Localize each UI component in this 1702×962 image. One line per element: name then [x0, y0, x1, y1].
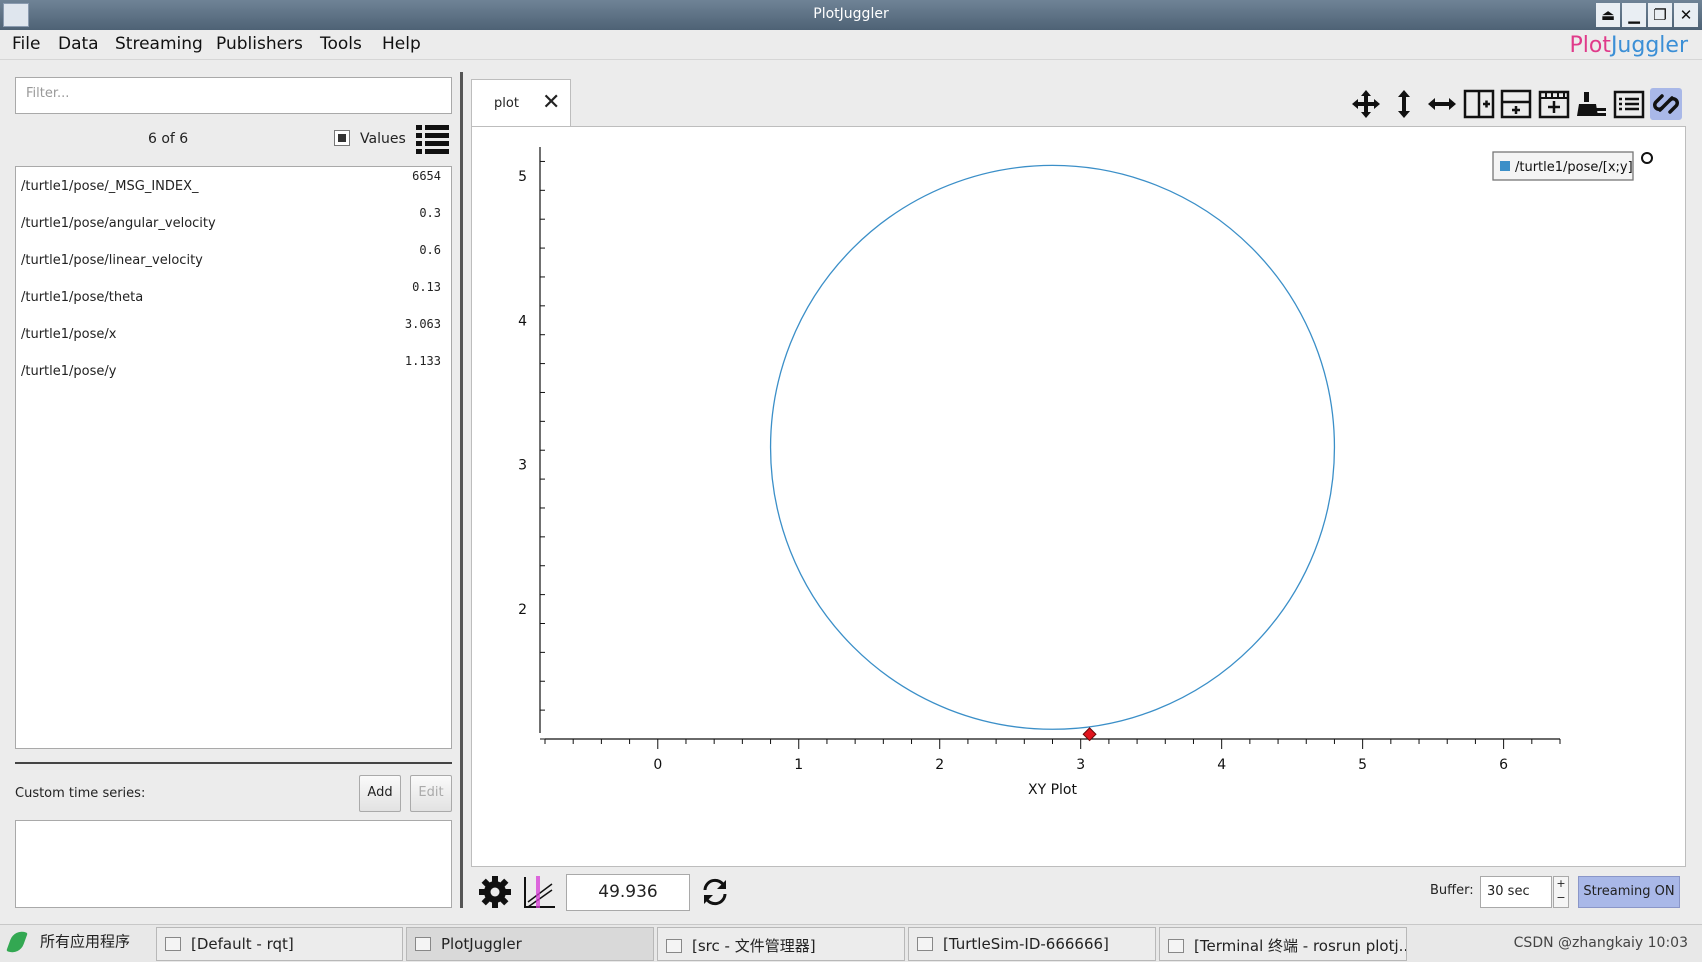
- link-toggle[interactable]: [1650, 88, 1682, 120]
- menu-data[interactable]: Data: [58, 34, 99, 54]
- time-tracker-field[interactable]: 49.936: [566, 874, 690, 911]
- zoom-vertical-icon[interactable]: [1388, 88, 1420, 120]
- filter-input[interactable]: Filter...: [15, 77, 452, 114]
- list-item[interactable]: /turtle1/pose/_MSG_INDEX_ 6654: [16, 167, 451, 204]
- streaming-toggle-button[interactable]: Streaming ON: [1578, 876, 1680, 908]
- window-title: PlotJuggler: [813, 6, 889, 22]
- system-tray: CSDN @zhangkaiy 10:03: [1513, 935, 1688, 951]
- task-terminal[interactable]: [Terminal 终端 - rosrun plotj...: [1159, 927, 1407, 961]
- legend-swatch: [1500, 161, 1510, 171]
- task-file-manager[interactable]: [src - 文件管理器]: [657, 927, 905, 961]
- menu-bar: File Data Streaming Publishers Tools Hel…: [0, 30, 1702, 60]
- ratio-icon[interactable]: [522, 874, 558, 910]
- list-item[interactable]: /turtle1/pose/linear_velocity 0.6: [16, 241, 451, 278]
- custom-series-label: Custom time series:: [15, 786, 146, 801]
- x-tick-label: 3: [1076, 757, 1085, 773]
- y-tick-label: 2: [518, 602, 527, 618]
- folder-icon: [666, 939, 682, 953]
- edit-button[interactable]: Edit: [410, 775, 452, 812]
- terminal-icon: [1168, 939, 1184, 953]
- leaf-icon: [6, 928, 28, 956]
- series-trajectory: [769, 164, 1336, 730]
- window-icon: [165, 937, 181, 951]
- plot-canvas[interactable]: 2 3 4 5 0 1 2 3 4 5 6 XY Plot /turtle1/pose/[x;y]: [471, 126, 1686, 867]
- x-tick-label: 1: [794, 757, 803, 773]
- values-checkbox[interactable]: [334, 130, 350, 146]
- task-rqt[interactable]: [Default - rqt]: [156, 927, 403, 961]
- restore-icon[interactable]: ❐: [1648, 3, 1672, 27]
- legend[interactable]: /turtle1/pose/[x;y]: [1492, 151, 1634, 181]
- y-tick-label: 5: [518, 169, 527, 185]
- custom-series-list[interactable]: [15, 820, 452, 908]
- reload-icon[interactable]: [699, 876, 731, 908]
- close-tab-icon[interactable]: ✕: [542, 90, 560, 115]
- start-menu-button[interactable]: 所有应用程序: [6, 928, 130, 956]
- buffer-stepper[interactable]: + −: [1553, 876, 1569, 908]
- brand-logo: PlotJuggler: [1569, 33, 1688, 58]
- panel-divider[interactable]: [15, 762, 452, 764]
- zoom-horizontal-icon[interactable]: [1426, 88, 1458, 120]
- link-icon: [1653, 94, 1679, 114]
- xy-chart[interactable]: 2 3 4 5 0 1 2 3 4 5 6 XY Plot /turtle1/pose/[x;y]: [472, 127, 1685, 866]
- values-label: Values: [360, 131, 406, 147]
- menu-file[interactable]: File: [12, 34, 40, 54]
- y-tick-label: 3: [518, 458, 527, 474]
- buffer-spinbox[interactable]: 30 sec: [1480, 876, 1552, 908]
- split-vertical-icon[interactable]: [1500, 88, 1532, 120]
- buffer-label: Buffer:: [1430, 883, 1474, 898]
- list-item[interactable]: /turtle1/pose/theta 0.13: [16, 278, 451, 315]
- x-axis-label: XY Plot: [1028, 782, 1077, 798]
- task-turtlesim[interactable]: [TurtleSim-ID-666666]: [908, 927, 1156, 961]
- tab-plot[interactable]: plot ✕: [471, 79, 571, 127]
- series-count: 6 of 6: [148, 131, 189, 147]
- window-icon: [415, 937, 431, 951]
- add-tab-icon[interactable]: [1538, 88, 1570, 120]
- gear-icon[interactable]: [477, 874, 513, 910]
- x-tick-label: 0: [653, 757, 662, 773]
- minimize-icon[interactable]: ▁: [1622, 3, 1646, 27]
- add-button[interactable]: Add: [359, 775, 401, 812]
- close-icon[interactable]: ✕: [1674, 3, 1698, 27]
- splitter-handle[interactable]: [460, 72, 463, 908]
- x-tick-label: 2: [935, 757, 944, 773]
- taskbar: 所有应用程序 [Default - rqt] PlotJuggler [src …: [0, 924, 1702, 962]
- title-bar: PlotJuggler ⏏ ▁ ❐ ✕: [0, 0, 1702, 30]
- window-controls: ⏏ ▁ ❐ ✕: [1596, 3, 1698, 27]
- legend-icon[interactable]: [1613, 88, 1645, 120]
- split-horizontal-icon[interactable]: [1463, 88, 1495, 120]
- clear-icon[interactable]: [1576, 88, 1608, 120]
- list-item[interactable]: /turtle1/pose/x 3.063: [16, 315, 451, 352]
- x-tick-label: 4: [1217, 757, 1226, 773]
- window-icon: [917, 937, 933, 951]
- menu-tools[interactable]: Tools: [320, 34, 362, 54]
- list-item[interactable]: /turtle1/pose/angular_velocity 0.3: [16, 204, 451, 241]
- eject-icon[interactable]: ⏏: [1596, 3, 1620, 27]
- timeseries-list[interactable]: /turtle1/pose/_MSG_INDEX_ 6654 /turtle1/…: [15, 166, 452, 749]
- move-icon[interactable]: [1350, 88, 1382, 120]
- menu-streaming[interactable]: Streaming: [115, 34, 203, 54]
- task-plotjuggler[interactable]: PlotJuggler: [406, 927, 654, 961]
- legend-handle-icon[interactable]: [1641, 152, 1653, 164]
- y-tick-label: 4: [518, 313, 527, 329]
- x-tick-label: 5: [1358, 757, 1367, 773]
- list-view-icon[interactable]: [416, 123, 450, 155]
- menu-publishers[interactable]: Publishers: [216, 34, 303, 54]
- x-tick-label: 6: [1499, 757, 1508, 773]
- legend-entry: /turtle1/pose/[x;y]: [1515, 160, 1633, 175]
- list-item[interactable]: /turtle1/pose/y 1.133: [16, 352, 451, 389]
- menu-help[interactable]: Help: [382, 34, 421, 54]
